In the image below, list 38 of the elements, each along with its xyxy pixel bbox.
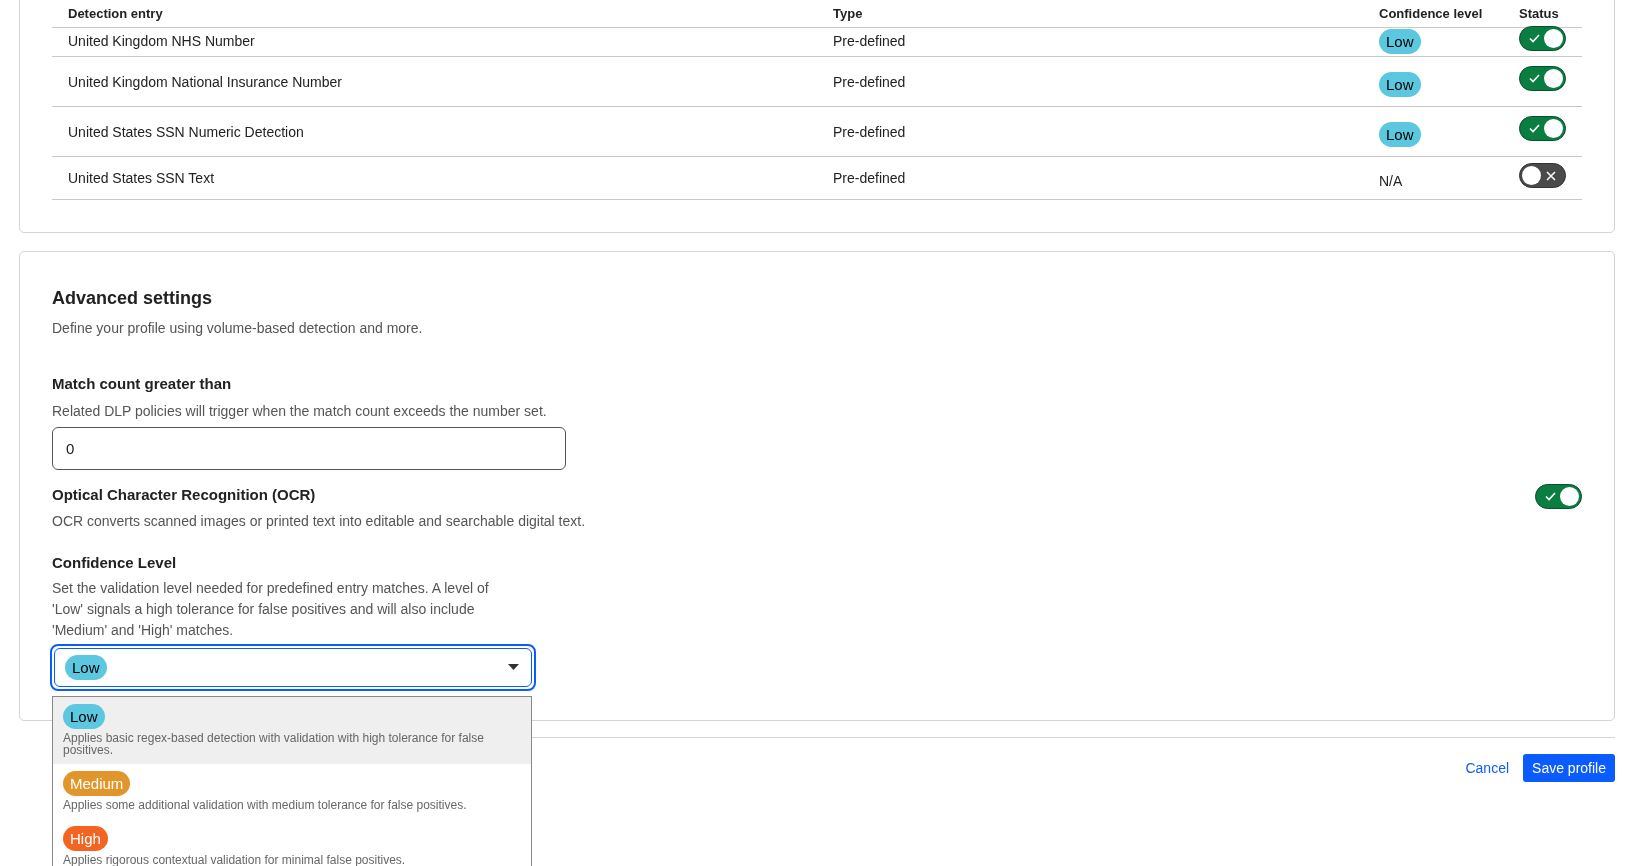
column-header: Type <box>833 4 864 23</box>
table-cell: United Kingdom NHS Number <box>68 33 255 49</box>
column-header: Confidence level <box>1379 4 1484 23</box>
field-description: Related DLP policies will trigger when the match count exceeds the number set. <box>52 401 547 421</box>
level-badge: High <box>63 826 108 851</box>
check-icon <box>1545 491 1556 501</box>
field-label: Optical Character Recognition (OCR) <box>52 484 316 505</box>
option-description: Applies some additional validation with medium tolerance for false positives. <box>63 799 468 811</box>
column-header: Status <box>1519 4 1560 23</box>
column-header: Detection entry <box>67 4 164 23</box>
field-label: Match count greater than <box>52 374 232 394</box>
table-cell: United States SSN Numeric Detection <box>68 123 304 140</box>
table-cell: United States SSN Text <box>68 170 215 186</box>
section-title: Advanced settings <box>52 287 213 310</box>
option-description: Applies basic regex-based detection with validation with high tolerance for false positives. <box>63 732 485 756</box>
check-icon <box>1529 33 1540 43</box>
field-description: OCR converts scanned images or printed text into editable and searchable digital text. <box>52 512 586 531</box>
save-button[interactable]: Save profile <box>1523 754 1615 782</box>
cancel-link[interactable]: Cancel <box>1463 757 1512 779</box>
table-cell: Pre-defined <box>833 33 906 49</box>
field-description: Set the validation level needed for predefined entry matches. A level of 'Low' signals a high tolerance for false positives and will also include 'Medium' and 'High' matches. <box>52 578 490 640</box>
input-field[interactable]: 0 <box>52 426 566 470</box>
table-cell: Pre-defined <box>833 170 906 186</box>
caret-icon <box>508 664 519 670</box>
table-cell: Pre-defined <box>833 123 906 140</box>
select-field[interactable]: Low <box>50 643 536 691</box>
table-cell: Pre-defined <box>833 73 906 90</box>
option-description: Applies rigorous contextual validation for minimal false positives. <box>63 854 407 866</box>
check-icon <box>1529 124 1540 133</box>
level-badge: Medium <box>63 771 131 796</box>
check-icon <box>1529 74 1540 83</box>
level-badge: Low <box>63 704 105 729</box>
field-label: Confidence Level <box>52 553 177 573</box>
section-description: Define your profile using volume-based detection and more. <box>52 319 423 338</box>
close-icon <box>1546 170 1556 181</box>
table-cell: United Kingdom National Insurance Number <box>68 73 342 90</box>
table-cell: N/A <box>1379 173 1403 189</box>
dropdown-option[interactable]: Low Applies basic regex-based detection with validation with high tolerance for false positives. <box>53 697 531 764</box>
